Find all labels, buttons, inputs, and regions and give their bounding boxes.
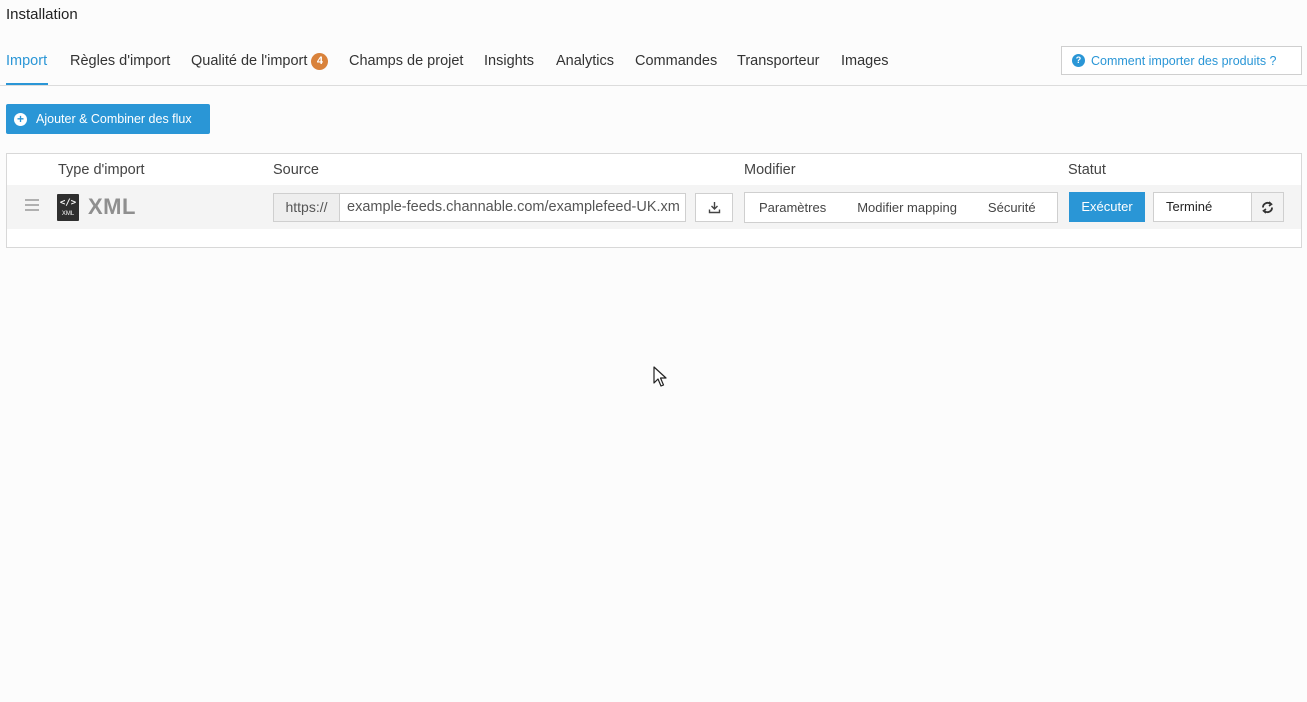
- download-button[interactable]: [695, 193, 733, 222]
- help-import-button[interactable]: ? Comment importer des produits ?: [1061, 46, 1302, 75]
- table-row: </> XML XML https:// example-feeds.chann…: [7, 185, 1301, 229]
- download-icon: [708, 202, 720, 214]
- add-combine-feeds-button[interactable]: + Ajouter & Combiner des flux: [6, 104, 210, 134]
- url-prefix: https://: [273, 193, 340, 222]
- header-modify: Modifier: [744, 162, 796, 178]
- tab-import[interactable]: Import: [6, 53, 47, 69]
- tab-insights[interactable]: Insights: [484, 53, 534, 69]
- mouse-cursor-icon: [653, 366, 667, 387]
- status-field: Terminé: [1153, 192, 1252, 222]
- execute-button[interactable]: Exécuter: [1069, 192, 1145, 222]
- tab-import-quality-label: Qualité de l'import: [191, 53, 308, 69]
- header-status: Statut: [1068, 162, 1106, 178]
- page-title: Installation: [6, 6, 78, 23]
- header-source: Source: [273, 162, 319, 178]
- refresh-icon: [1262, 200, 1273, 214]
- import-type-label: XML: [88, 194, 136, 219]
- modify-button-group: Paramètres Modifier mapping Sécurité: [744, 192, 1058, 223]
- security-button[interactable]: Sécurité: [974, 193, 1050, 222]
- tab-images[interactable]: Images: [841, 53, 889, 69]
- source-url-input[interactable]: example-feeds.channable.com/examplefeed-…: [339, 193, 686, 222]
- active-tab-indicator: [6, 83, 48, 85]
- tab-orders[interactable]: Commandes: [635, 53, 717, 69]
- question-circle-icon: ?: [1072, 54, 1085, 67]
- tab-carrier[interactable]: Transporteur: [737, 53, 819, 69]
- add-combine-feeds-label: Ajouter & Combiner des flux: [36, 112, 192, 126]
- imports-table: Type d'import Source Modifier Statut </>…: [6, 153, 1302, 248]
- count-badge: 4: [311, 53, 329, 70]
- tab-analytics[interactable]: Analytics: [556, 53, 614, 69]
- edit-mapping-button[interactable]: Modifier mapping: [840, 193, 974, 222]
- tab-import-rules[interactable]: Règles d'import: [70, 53, 170, 69]
- xml-file-icon: </> XML: [57, 194, 79, 221]
- tab-project-fields[interactable]: Champs de projet: [349, 53, 463, 69]
- settings-button[interactable]: Paramètres: [745, 193, 840, 222]
- refresh-button[interactable]: [1251, 192, 1284, 222]
- tab-import-quality[interactable]: Qualité de l'import 4: [191, 53, 329, 70]
- header-import-type: Type d'import: [58, 162, 145, 178]
- help-import-label: Comment importer des produits ?: [1091, 53, 1277, 68]
- plus-circle-icon: +: [14, 112, 27, 126]
- drag-handle-icon[interactable]: [25, 199, 39, 211]
